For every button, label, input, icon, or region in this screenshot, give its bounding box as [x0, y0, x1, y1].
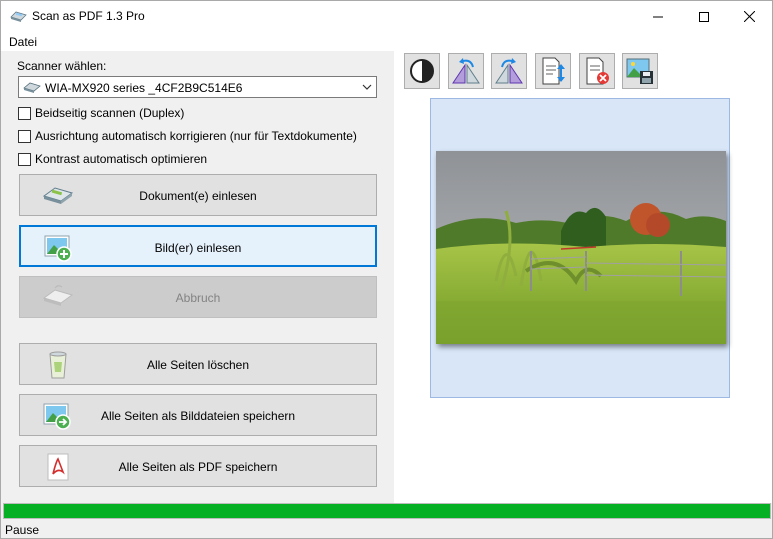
- left-panel: Scanner wählen: WIA-MX920 series _4CF2B9…: [1, 51, 394, 503]
- chevron-down-icon: [362, 84, 372, 90]
- scanner-app-icon: [10, 11, 27, 22]
- title-bar: Scan as PDF 1.3 Pro: [1, 1, 772, 32]
- landscape-image: [436, 151, 726, 344]
- auto-contrast-checkbox[interactable]: Kontrast automatisch optimieren: [18, 152, 207, 166]
- scanner-label: Scanner wählen:: [17, 59, 107, 73]
- rotate-left-button[interactable]: [448, 53, 484, 89]
- scan-images-label: Bild(er) einlesen: [154, 241, 242, 255]
- progress-bar: [3, 503, 771, 519]
- close-icon: [743, 11, 755, 22]
- window-title: Scan as PDF 1.3 Pro: [32, 9, 145, 23]
- minimize-button[interactable]: [635, 1, 681, 32]
- save-images-button[interactable]: Alle Seiten als Bilddateien speichern: [19, 394, 377, 436]
- rotate-right-button[interactable]: [491, 53, 527, 89]
- delete-page-button[interactable]: [579, 53, 615, 89]
- page-thumbnail[interactable]: [430, 98, 730, 398]
- save-image-button[interactable]: [622, 53, 658, 89]
- auto-orientation-label: Ausrichtung automatisch korrigieren (nur…: [35, 129, 357, 143]
- scan-images-button[interactable]: Bild(er) einlesen: [19, 225, 377, 267]
- duplex-checkbox[interactable]: Beidseitig scannen (Duplex): [18, 106, 184, 120]
- checkbox-box[interactable]: [18, 152, 31, 166]
- contrast-icon: [410, 59, 434, 83]
- menu-bar: Datei: [1, 32, 772, 51]
- scan-documents-button[interactable]: Dokument(e) einlesen: [19, 174, 377, 216]
- rotate-right-icon: [495, 58, 523, 84]
- scan-documents-label: Dokument(e) einlesen: [139, 189, 257, 203]
- delete-page-icon: [586, 57, 609, 85]
- save-pdf-label: Alle Seiten als PDF speichern: [118, 460, 278, 474]
- save-pdf-button[interactable]: Alle Seiten als PDF speichern: [19, 445, 377, 487]
- scanner-select[interactable]: WIA-MX920 series _4CF2B9C514E6: [18, 76, 377, 98]
- duplex-label: Beidseitig scannen (Duplex): [35, 106, 185, 120]
- maximize-button[interactable]: [681, 1, 727, 32]
- status-bar: Pause: [1, 520, 772, 538]
- move-page-icon: [542, 57, 565, 85]
- auto-orientation-checkbox[interactable]: Ausrichtung automatisch korrigieren (nur…: [18, 129, 357, 143]
- status-text: Pause: [5, 523, 40, 537]
- save-images-label: Alle Seiten als Bilddateien speichern: [100, 409, 296, 423]
- save-image-icon: [626, 58, 653, 84]
- auto-contrast-label: Kontrast automatisch optimieren: [35, 152, 208, 166]
- checkbox-box[interactable]: [18, 106, 31, 120]
- checkbox-box[interactable]: [18, 129, 31, 143]
- rotate-left-icon: [452, 58, 480, 84]
- contrast-button[interactable]: [404, 53, 440, 89]
- scanned-photo: [436, 151, 726, 344]
- cancel-label: Abbruch: [175, 291, 221, 305]
- delete-all-label: Alle Seiten löschen: [146, 358, 250, 372]
- scanner-icon: [23, 82, 41, 93]
- delete-all-button[interactable]: Alle Seiten löschen: [19, 343, 377, 385]
- maximize-icon: [699, 11, 709, 22]
- menu-file[interactable]: Datei: [9, 35, 37, 49]
- app-window: Scan as PDF 1.3 Pro Datei Scanner wählen…: [0, 0, 773, 539]
- close-button[interactable]: [726, 1, 772, 32]
- minimize-icon: [653, 16, 663, 17]
- progress-fill: [4, 504, 770, 518]
- scanner-select-value: WIA-MX920 series _4CF2B9C514E6: [45, 81, 243, 95]
- move-page-button[interactable]: [535, 53, 571, 89]
- cancel-button[interactable]: Abbruch: [19, 276, 377, 318]
